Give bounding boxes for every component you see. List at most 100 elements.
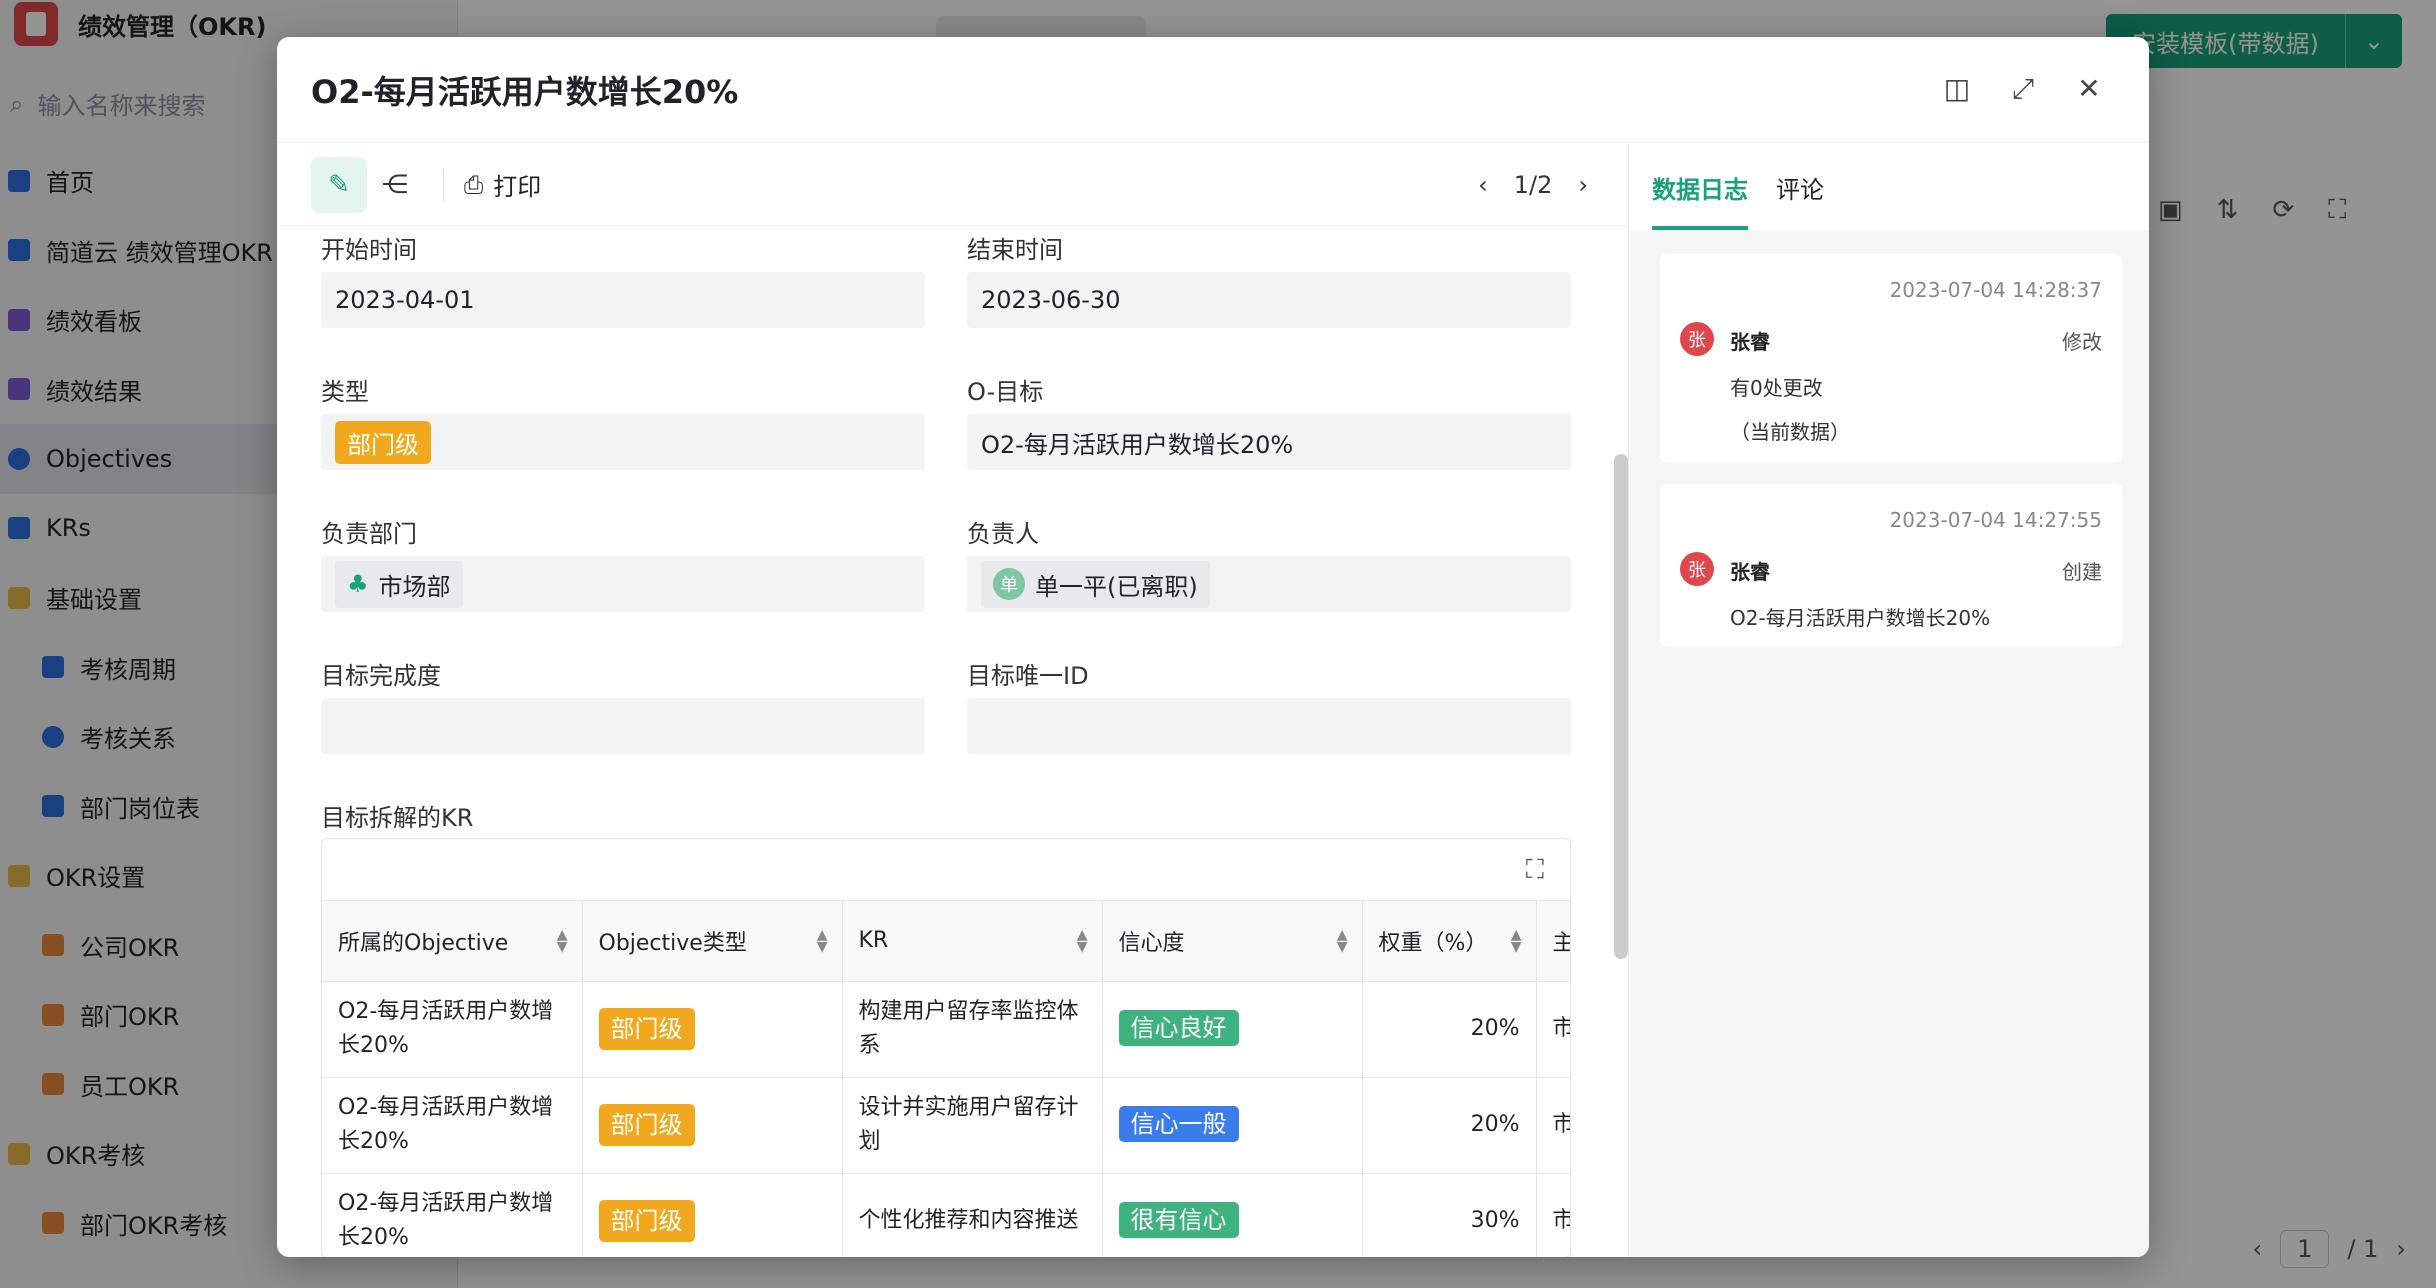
department-label: 负责部门	[321, 520, 417, 548]
next-record-icon[interactable]: ›	[1578, 171, 1588, 199]
side-panel-icon[interactable]: ◫	[1943, 75, 1971, 103]
kr-table: 所属的Objective ▲ ▼ Objective类型 ▲ ▼ KR ▲ ▼ 信心度 ▲ ▼ 权重（%…	[322, 901, 1571, 1257]
kr-table-toolbar: ⛶	[322, 839, 1570, 901]
owner-field[interactable]: 单 单一平(已离职)	[967, 556, 1571, 612]
table-row[interactable]: O2-每月活跃用户数增长20% 部门级 设计并实施用户留存计划 信心一般 20% 市	[322, 1077, 1571, 1174]
sort-icon[interactable]: ▲ ▼	[1077, 928, 1088, 954]
print-label: 打印	[493, 173, 542, 201]
record-modal: O2-每月活跃用户数增长20% ◫ ⤢ ✕ ✎ ⋲ ⎙ 打印 ‹ 1/2 › 开…	[277, 37, 2149, 1257]
sort-icon[interactable]: ▲ ▼	[817, 928, 828, 954]
objective-id-field[interactable]	[967, 698, 1571, 754]
weight-cell: 30%	[1362, 1173, 1537, 1257]
record-navigator: ‹ 1/2 ›	[1478, 160, 1588, 210]
log-user: 张睿	[1730, 330, 1770, 354]
department-field[interactable]: ♣ 市场部	[321, 556, 925, 612]
column-header[interactable]: 信心度 ▲ ▼	[1102, 901, 1363, 982]
record-counter: 1/2	[1513, 171, 1553, 199]
log-action: 修改	[2062, 330, 2102, 354]
expand-icon[interactable]: ⤢	[2009, 75, 2037, 103]
owner-label: 负责人	[967, 520, 1039, 548]
objective: O2-每月活跃用户数增长20%	[338, 1191, 554, 1250]
activity-tabs: 数据日志 评论	[1630, 144, 2149, 230]
end-date-field[interactable]: 2023-06-30	[967, 272, 1571, 328]
owner-truncated: 市	[1553, 1112, 1571, 1137]
sort-icon[interactable]: ▲ ▼	[1337, 928, 1348, 954]
log-entry: 2023-07-04 14:28:37 张 张睿 修改 有0处更改 （当前数据）	[1660, 254, 2122, 462]
column-header[interactable]: Objective类型 ▲ ▼	[582, 901, 843, 982]
record-detail-pane: ✎ ⋲ ⎙ 打印 ‹ 1/2 › 开始时间 2023-04-01 结束时间 20…	[277, 144, 1629, 1257]
avatar: 张	[1680, 552, 1714, 586]
department-name: 市场部	[378, 572, 451, 601]
type-tag-cell: 部门级	[582, 981, 843, 1078]
weight: 20%	[1470, 1016, 1520, 1041]
confidence-badge-cell: 信心一般	[1102, 1077, 1363, 1174]
tab-data-log[interactable]: 数据日志	[1652, 144, 1748, 230]
sort-icon[interactable]: ▲ ▼	[1511, 928, 1522, 954]
edit-record-icon[interactable]: ✎	[311, 156, 367, 213]
log-text: 有0处更改	[1730, 376, 1823, 400]
org-icon: ♣	[347, 570, 369, 598]
column-header-label: 所属的Objective	[338, 930, 509, 956]
owner-truncated-cell: 市	[1536, 1077, 1571, 1174]
share-icon[interactable]: ⋲	[367, 157, 423, 213]
owner-truncated-cell: 市	[1536, 981, 1570, 1078]
activity-pane: 数据日志 评论 2023-07-04 14:28:37 张 张睿 修改 有0处更…	[1630, 144, 2149, 1257]
objective-field[interactable]: O2-每月活跃用户数增长20%	[967, 414, 1571, 470]
objective-label: O-目标	[967, 378, 1044, 406]
objective-cell: O2-每月活跃用户数增长20%	[322, 1077, 583, 1174]
column-header[interactable]: KR ▲ ▼	[842, 901, 1103, 982]
start-date-field[interactable]: 2023-04-01	[321, 272, 925, 328]
avatar: 单	[993, 568, 1025, 600]
sort-icon[interactable]: ▲ ▼	[557, 928, 568, 954]
log-text: O2-每月活跃用户数增长20%	[1730, 606, 1991, 630]
record-toolbar: ✎ ⋲ ⎙ 打印 ‹ 1/2 ›	[277, 144, 1628, 226]
objective: O2-每月活跃用户数增长20%	[338, 999, 554, 1058]
kr-name: 构建用户留存率监控体系	[858, 999, 1079, 1058]
type-field[interactable]: 部门级	[321, 414, 925, 470]
end-date-label: 结束时间	[967, 236, 1063, 264]
kr-name: 设计并实施用户留存计划	[858, 1095, 1079, 1154]
owner-name: 单一平(已离职)	[1035, 572, 1198, 601]
kr-name: 个性化推荐和内容推送	[858, 1208, 1079, 1233]
column-header-label: 主	[1553, 931, 1571, 956]
fullscreen-icon[interactable]: ⛶	[1526, 855, 1544, 886]
type-tag: 部门级	[598, 1008, 695, 1050]
column-header-label: 权重（%）	[1378, 930, 1488, 956]
close-icon[interactable]: ✕	[2075, 75, 2103, 103]
confidence-badge-cell: 很有信心	[1102, 1173, 1363, 1257]
weight-cell: 20%	[1362, 1077, 1537, 1174]
log-current-data-link[interactable]: （当前数据）	[1730, 416, 1850, 445]
column-header[interactable]: 主	[1536, 901, 1571, 982]
prev-record-icon[interactable]: ‹	[1478, 171, 1488, 199]
type-tag: 部门级	[598, 1104, 695, 1146]
confidence-badge-cell: 信心良好	[1102, 981, 1363, 1078]
table-row[interactable]: O2-每月活跃用户数增长20% 部门级 个性化推荐和内容推送 很有信心 30% 市	[322, 1173, 1571, 1257]
objective-cell: O2-每月活跃用户数增长20%	[322, 1173, 583, 1257]
kr-subform-table: ⛶ 所属的Objective ▲ ▼ Objective类型 ▲ ▼ KR ▲ ▼ 信心度 ▲ ▼ 权重…	[321, 838, 1571, 1257]
avatar: 张	[1680, 322, 1714, 356]
completion-field[interactable]	[321, 698, 925, 754]
owner-chip: 单 单一平(已离职)	[981, 560, 1210, 608]
form-scrollbar[interactable]	[1614, 454, 1628, 959]
toolbar-divider	[443, 168, 444, 201]
completion-label: 目标完成度	[321, 662, 441, 690]
owner-truncated: 市	[1553, 1208, 1571, 1233]
modal-header: O2-每月活跃用户数增长20% ◫ ⤢ ✕	[277, 37, 2149, 143]
start-date-label: 开始时间	[321, 236, 417, 264]
kr-name-cell: 个性化推荐和内容推送	[842, 1173, 1103, 1257]
department-chip: ♣ 市场部	[335, 560, 463, 608]
column-header[interactable]: 权重（%） ▲ ▼	[1362, 901, 1537, 982]
column-header[interactable]: 所属的Objective ▲ ▼	[322, 901, 583, 982]
type-label: 类型	[321, 378, 369, 406]
type-tag: 部门级	[598, 1200, 695, 1242]
confidence-badge: 信心良好	[1118, 1010, 1239, 1046]
type-tag-cell: 部门级	[582, 1173, 843, 1257]
table-row[interactable]: O2-每月活跃用户数增长20% 部门级 构建用户留存率监控体系 信心良好 20% 市	[322, 981, 1570, 1078]
type-tag: 部门级	[335, 420, 431, 464]
print-button[interactable]: ⎙ 打印	[464, 167, 541, 202]
log-time: 2023-07-04 14:28:37	[1889, 278, 2102, 302]
tab-comments[interactable]: 评论	[1776, 144, 1824, 230]
kr-name-cell: 构建用户留存率监控体系	[842, 981, 1103, 1078]
confidence-badge: 很有信心	[1118, 1202, 1239, 1238]
log-user: 张睿	[1730, 560, 1770, 584]
